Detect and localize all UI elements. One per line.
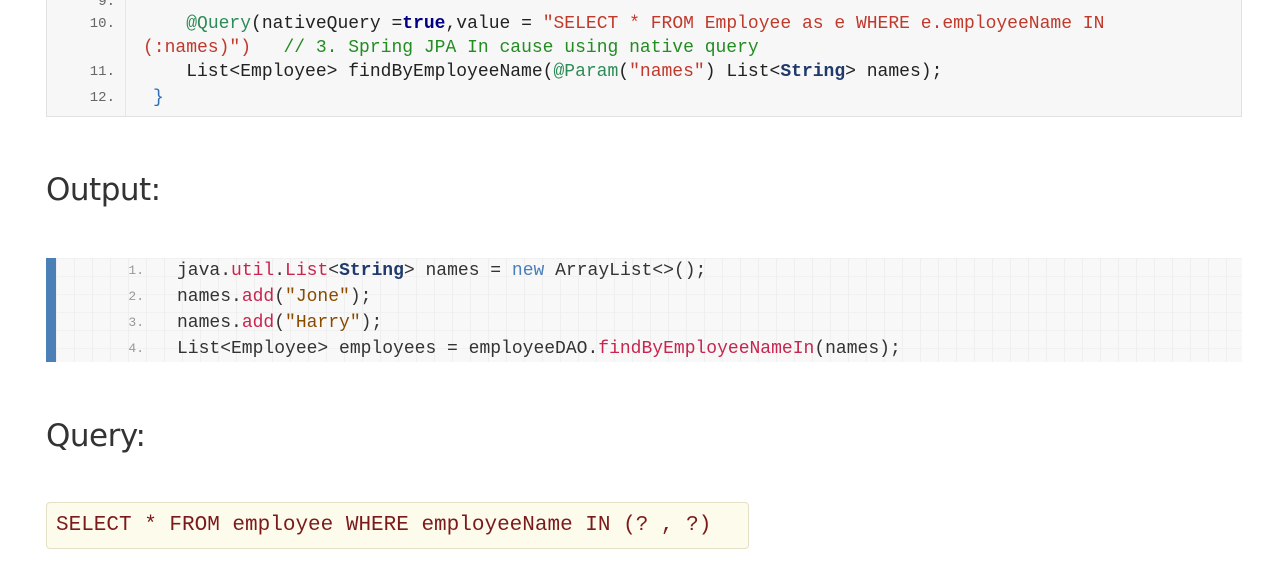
code-line: 2. names.add("Jone");: [56, 284, 1242, 310]
code-token: @Param: [553, 62, 619, 82]
code-text: List<Employee> findByEmployeeName(@Param…: [143, 60, 942, 84]
code-text: names.add("Jone");: [177, 284, 371, 310]
code-token: add: [241, 313, 275, 333]
code-token: "Harry": [285, 313, 361, 333]
code-token: findByEmployeeNameIn: [598, 339, 815, 359]
code-token: ArrayList<>();: [544, 261, 707, 281]
line-number: 12.: [89, 90, 115, 106]
code-line: 1. java.util.List<String> names = new Arr…: [56, 258, 1242, 284]
output-code-block: 1. java.util.List<String> names = new Arr…: [46, 258, 1242, 362]
code-token: (nativeQuery =: [251, 14, 403, 34]
code-token: String: [780, 62, 846, 82]
code-token: <: [328, 261, 340, 281]
line-number: 10.: [89, 16, 115, 32]
code-line: 3. names.add("Harry");: [56, 310, 1242, 336]
code-token: List: [285, 261, 329, 281]
code-token: (: [618, 62, 630, 82]
output-heading: Output:: [46, 172, 161, 208]
code-token: // 3. Spring JPA In cause using native q…: [283, 38, 759, 58]
query-heading: Query:: [46, 418, 146, 454]
code-text: @Query(nativeQuery =true,value = "SELECT…: [143, 12, 1104, 36]
code-token: "SELECT * FROM Employee as e WHERE e.emp…: [542, 14, 1105, 34]
code-token: );: [349, 287, 372, 307]
code-token: (: [274, 313, 286, 333]
code-text: (:names)") // 3. Spring JPA In cause usi…: [143, 36, 759, 60]
line-number: 3.: [128, 315, 144, 330]
code-token: List<Employee> findByEmployeeName(: [143, 62, 554, 82]
line-number: 11.: [89, 64, 115, 80]
line-number: 1.: [128, 263, 144, 278]
code-text: java.util.List<String> names = new Array…: [177, 258, 706, 284]
code-token: );: [360, 313, 383, 333]
code-token: new: [511, 261, 545, 281]
code-token: "names": [629, 62, 705, 82]
code-token: add: [241, 287, 275, 307]
code-text: List<Employee> employees = employeeDAO.f…: [177, 336, 901, 362]
code-token: true: [402, 14, 446, 34]
line-number: 4.: [128, 341, 144, 356]
code-token: names.: [177, 313, 242, 333]
code-token: @Query: [186, 14, 252, 34]
sql-query-box: SELECT * FROM employee WHERE employeeNam…: [46, 502, 749, 549]
code-token: (: [274, 287, 286, 307]
code-token: > names =: [403, 261, 512, 281]
code-token: ) List<: [704, 62, 781, 82]
code-token: names.: [177, 287, 242, 307]
code-line: 4. List<Employee> employees = employeeDAO…: [56, 336, 1242, 362]
code-token: "Jone": [285, 287, 350, 307]
line-number: 2.: [128, 289, 144, 304]
code-token: .: [274, 261, 286, 281]
code-token: List<Employee> employees = employeeDAO.: [177, 339, 599, 359]
code-text: }: [153, 86, 164, 110]
code-token: }: [153, 88, 164, 108]
code-token: > names);: [845, 62, 943, 82]
code-token: util: [231, 261, 275, 281]
code-token: (names);: [814, 339, 901, 359]
code-token: String: [339, 261, 404, 281]
code-text: names.add("Harry");: [177, 310, 382, 336]
code-token: (:names)"): [143, 38, 252, 58]
repository-code-block: 9. 10. @Query(nativeQuery =true,value = "…: [46, 0, 1242, 117]
code-token: ,value =: [445, 14, 543, 34]
code-token: java.: [177, 261, 232, 281]
